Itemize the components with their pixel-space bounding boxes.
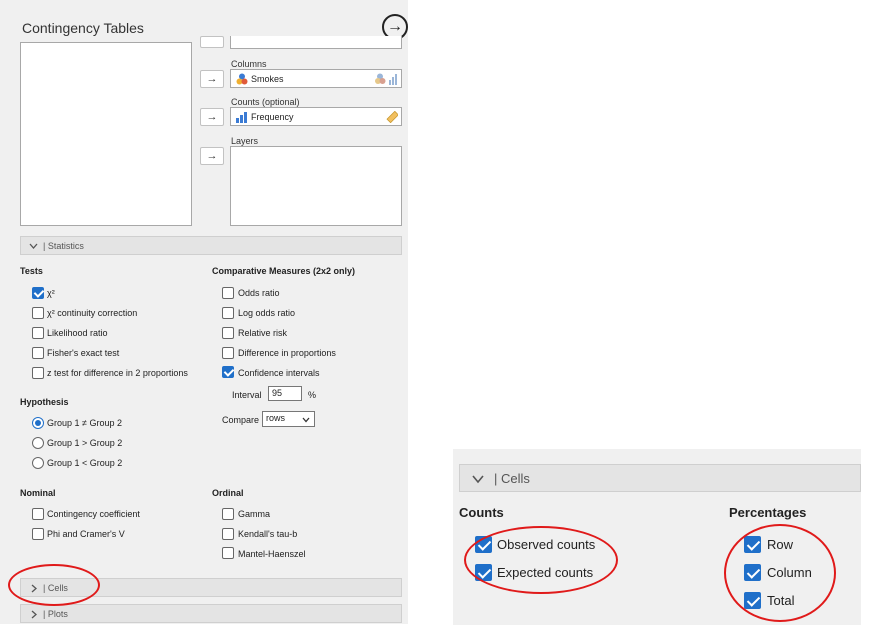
kendalls-tau-b-checkbox[interactable]: [222, 528, 234, 540]
columns-value: Smokes: [251, 74, 284, 84]
likelihood-ratio-label: Likelihood ratio: [47, 328, 108, 338]
columns-field[interactable]: Smokes: [230, 69, 402, 88]
log-odds-ratio-checkbox[interactable]: [222, 307, 234, 319]
hypothesis-greater-radio[interactable]: [32, 437, 44, 449]
mantel-haenszel-label: Mantel-Haenszel: [238, 549, 306, 559]
chi-square-continuity-checkbox[interactable]: [32, 307, 44, 319]
nominal-heading: Nominal: [20, 488, 56, 498]
phi-cramers-v-label: Phi and Cramer's V: [47, 529, 125, 539]
z-test-checkbox[interactable]: [32, 367, 44, 379]
panel-title: Contingency Tables: [22, 20, 144, 36]
chevron-down-icon: [472, 475, 484, 484]
likelihood-ratio-checkbox[interactable]: [32, 327, 44, 339]
plots-section-header[interactable]: | Plots: [20, 604, 402, 623]
contingency-coefficient-checkbox[interactable]: [32, 508, 44, 520]
difference-in-proportions-label: Difference in proportions: [238, 348, 336, 358]
counts-move-button[interactable]: →: [200, 108, 224, 126]
contingency-tables-panel: Contingency Tables → Columns → Smokes Co…: [0, 0, 408, 624]
zoom-cells-section-header[interactable]: | Cells: [459, 464, 861, 492]
gamma-label: Gamma: [238, 509, 271, 519]
tests-heading: Tests: [20, 266, 43, 276]
compare-label: Compare: [222, 415, 260, 425]
chevron-down-icon: [29, 243, 38, 249]
hypothesis-less-radio[interactable]: [32, 457, 44, 469]
confidence-intervals-checkbox[interactable]: [222, 366, 234, 378]
variable-type-icon: [375, 73, 397, 85]
interval-unit: %: [308, 390, 317, 400]
counts-field[interactable]: Frequency: [230, 107, 402, 126]
rows-move-button[interactable]: [200, 36, 224, 48]
kendalls-tau-b-label: Kendall's tau-b: [238, 529, 298, 539]
phi-cramers-v-checkbox[interactable]: [32, 528, 44, 540]
continuous-variable-icon: [236, 112, 247, 123]
layers-label: Layers: [231, 136, 259, 146]
comparative-measures-heading: Comparative Measures (2x2 only): [212, 266, 356, 276]
nominal-variable-icon: [236, 73, 248, 85]
plots-section-label: | Plots: [43, 609, 68, 619]
z-test-label: z test for difference in 2 proportions: [47, 368, 188, 378]
gamma-checkbox[interactable]: [222, 508, 234, 520]
chi-square-checkbox[interactable]: [32, 287, 44, 299]
counts-annotation-oval: [464, 526, 618, 594]
hypothesis-less-label: Group 1 < Group 2: [47, 458, 123, 468]
zoom-cells-section-label: | Cells: [494, 471, 530, 486]
relative-risk-label: Relative risk: [238, 328, 288, 338]
zoom-percentages-heading: Percentages: [729, 505, 807, 520]
chi-square-label: χ²: [47, 288, 55, 298]
mantel-haenszel-checkbox[interactable]: [222, 547, 234, 559]
columns-label: Columns: [231, 59, 267, 69]
statistics-section-header[interactable]: | Statistics: [20, 236, 402, 255]
ruler-icon: [386, 111, 398, 123]
ordinal-heading: Ordinal: [212, 488, 244, 498]
log-odds-ratio-label: Log odds ratio: [238, 308, 296, 318]
percentages-annotation-oval: [724, 524, 836, 622]
chevron-right-icon: [31, 610, 37, 619]
difference-in-proportions-checkbox[interactable]: [222, 347, 234, 359]
contingency-coefficient-label: Contingency coefficient: [47, 509, 140, 519]
rows-field[interactable]: [230, 36, 402, 49]
counts-label: Counts (optional): [231, 97, 300, 107]
layers-move-button[interactable]: →: [200, 147, 224, 165]
compare-select[interactable]: rows: [262, 411, 315, 427]
counts-value: Frequency: [251, 112, 294, 122]
fishers-exact-label: Fisher's exact test: [47, 348, 120, 358]
chi-square-continuity-label: χ² continuity correction: [47, 308, 138, 318]
interval-input[interactable]: 95: [268, 386, 302, 401]
fishers-exact-checkbox[interactable]: [32, 347, 44, 359]
hypothesis-heading: Hypothesis: [20, 397, 69, 407]
columns-move-button[interactable]: →: [200, 70, 224, 88]
compare-select-value: rows: [266, 413, 286, 423]
variables-list[interactable]: [20, 42, 192, 226]
hypothesis-not-equal-label: Group 1 ≠ Group 2: [47, 418, 122, 428]
confidence-intervals-label: Confidence intervals: [238, 368, 320, 378]
relative-risk-checkbox[interactable]: [222, 327, 234, 339]
zoom-counts-heading: Counts: [459, 505, 504, 520]
chevron-down-icon: [302, 417, 310, 423]
interval-label: Interval: [232, 390, 262, 400]
hypothesis-greater-label: Group 1 > Group 2: [47, 438, 123, 448]
layers-field[interactable]: [230, 146, 402, 226]
cells-annotation-oval: [8, 564, 100, 606]
statistics-section-label: | Statistics: [43, 241, 84, 251]
hypothesis-not-equal-radio[interactable]: [32, 417, 44, 429]
odds-ratio-checkbox[interactable]: [222, 287, 234, 299]
odds-ratio-label: Odds ratio: [238, 288, 280, 298]
